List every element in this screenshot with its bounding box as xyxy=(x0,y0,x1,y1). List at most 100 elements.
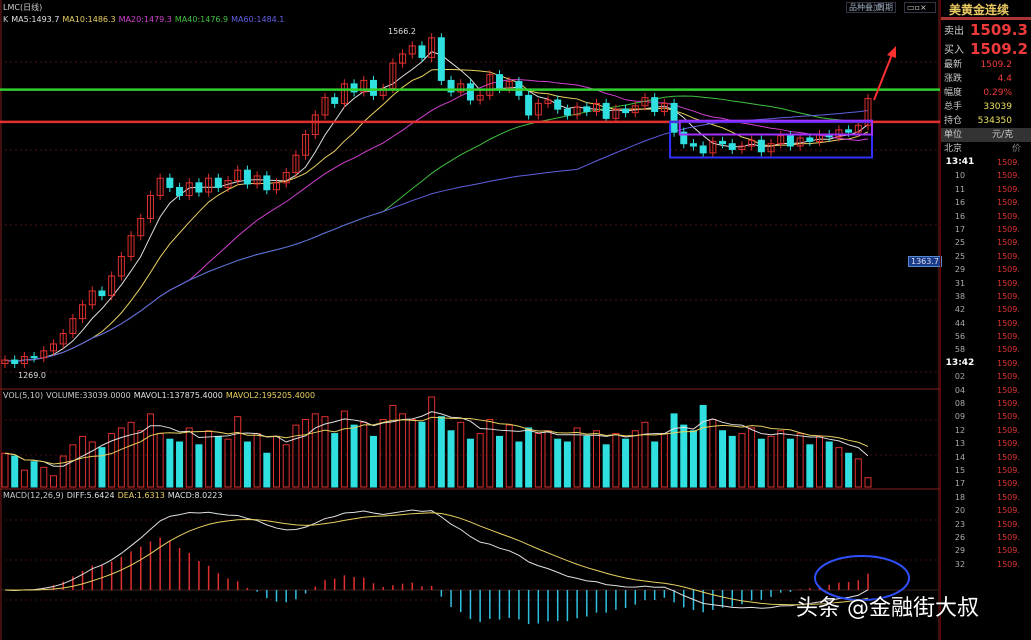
volume-bar xyxy=(612,433,620,488)
buy-row[interactable]: 买入 1509.2 xyxy=(941,39,1031,58)
candle xyxy=(622,108,630,114)
watermark: 头条 @金融街大叔 xyxy=(796,596,979,621)
legend-item: MA5:1493.7 xyxy=(11,15,60,24)
stat-value: 1509.2 xyxy=(980,60,1013,70)
instrument-title: 美黄金连续 xyxy=(941,0,1031,20)
volume-bar xyxy=(243,441,251,488)
tick-row: 14 1509. xyxy=(941,451,1031,464)
volume-bar xyxy=(534,433,542,488)
tick-time: 58 xyxy=(954,345,966,355)
tick-price: 1509. xyxy=(997,412,1020,422)
tick-price: 1509. xyxy=(997,519,1020,529)
candle xyxy=(670,102,678,133)
stat-row: 涨跌 4.4 xyxy=(941,72,1031,86)
volume-bar xyxy=(631,430,639,488)
volume-bar xyxy=(476,433,484,488)
volume-bar xyxy=(428,396,436,488)
volume-bar xyxy=(282,444,290,488)
stat-value: 0.29% xyxy=(983,88,1012,98)
candle xyxy=(786,135,794,147)
volume-bar xyxy=(292,424,300,488)
kline-chart[interactable] xyxy=(0,0,940,640)
volume-bar xyxy=(195,444,203,488)
close-icon[interactable]: × xyxy=(920,3,927,12)
tick-price: 1509. xyxy=(997,224,1020,234)
legend-item: MACD(12,26,9) xyxy=(3,491,64,500)
volume-bar xyxy=(592,430,600,488)
tick-time: 04 xyxy=(954,385,966,395)
candle xyxy=(263,175,271,191)
tick-time: 38 xyxy=(954,291,966,301)
volume-bar xyxy=(176,441,184,488)
tick-price: 1509. xyxy=(997,546,1020,556)
volume-bar xyxy=(40,466,48,488)
volume-bar xyxy=(263,452,271,488)
volume-bar xyxy=(699,404,707,488)
volume-bar xyxy=(156,433,164,488)
stat-label: 涨跌 xyxy=(944,74,963,84)
tick-row: 56 1509. xyxy=(941,330,1031,343)
buy-label: 买入 xyxy=(944,45,964,56)
sell-row[interactable]: 卖出 1509.3 xyxy=(941,20,1031,39)
tick-price: 1509. xyxy=(997,492,1020,502)
tick-row: 26 1509. xyxy=(941,531,1031,544)
candle xyxy=(466,83,474,101)
legend-item: MA20:1479.3 xyxy=(118,15,172,24)
volume-bar xyxy=(69,444,77,488)
tick-time: 42 xyxy=(954,305,966,315)
tick-time: 08 xyxy=(954,399,966,409)
volume-bar xyxy=(835,447,843,488)
volume-bar xyxy=(369,435,377,488)
volume-bar xyxy=(185,427,193,488)
tick-price: 1509. xyxy=(997,278,1020,288)
volume-bar xyxy=(689,430,697,488)
legend-item: DEA:1.6313 xyxy=(117,491,165,500)
tick-time: 16 xyxy=(954,198,966,208)
tick-price: 1509. xyxy=(997,532,1020,542)
tick-row: 38 1509. xyxy=(941,290,1031,303)
minimize-icon[interactable]: ▭ xyxy=(907,3,915,12)
volume-bar xyxy=(98,447,106,488)
volume-bar xyxy=(331,433,339,488)
unit-value: 元/克 xyxy=(992,130,1014,140)
tick-price: 1509. xyxy=(997,318,1020,328)
volume-bar xyxy=(602,444,610,488)
main-legend: K MA5:1493.7 MA10:1486.3 MA20:1479.3 MA40:14… xyxy=(3,15,287,24)
legend-item: MA40:1476.9 xyxy=(174,15,229,24)
volume-bar xyxy=(670,413,678,488)
tick-time: 14 xyxy=(954,452,966,462)
tick-list[interactable]: 13:41 1509. 10 1509. 11 1509. 16 1509. 16 1509. 17… xyxy=(941,156,1031,571)
volume-bar xyxy=(11,455,19,488)
candle xyxy=(699,145,707,154)
volume-bar xyxy=(79,435,87,488)
period-button[interactable]: 周期 xyxy=(874,2,896,13)
volume-bar xyxy=(437,416,445,488)
tick-price: 1509. xyxy=(997,345,1020,355)
volume-bar xyxy=(583,435,591,488)
tick-price: 1509. xyxy=(997,465,1020,475)
volume-bar xyxy=(777,430,785,488)
volume-bar xyxy=(525,427,533,488)
window-controls[interactable]: ▭▫× xyxy=(904,2,936,13)
volume-bar xyxy=(30,461,38,488)
volume-bar xyxy=(224,438,232,488)
tick-time: 16 xyxy=(954,211,966,221)
low-label: 1269.0 xyxy=(18,371,46,380)
tick-row: 44 1509. xyxy=(941,317,1031,330)
volume-bar xyxy=(738,433,746,488)
tick-row: 11 1509. xyxy=(941,183,1031,196)
tick-time: 10 xyxy=(954,171,966,181)
tick-time: 11 xyxy=(954,184,966,194)
candle xyxy=(719,140,727,145)
volume-bar xyxy=(379,419,387,488)
tick-time: 17 xyxy=(954,479,966,489)
legend-item: DIFF:5.6424 xyxy=(66,491,115,500)
tick-row: 29 1509. xyxy=(941,263,1031,276)
volume-bar xyxy=(389,404,397,488)
ticks-header: 北京 价 xyxy=(941,142,1031,156)
tick-time: 18 xyxy=(954,492,966,502)
tick-time: 13 xyxy=(954,439,966,449)
tick-price: 1509. xyxy=(997,211,1020,221)
volume-bar xyxy=(680,424,688,488)
stat-value: 4.4 xyxy=(997,74,1012,84)
